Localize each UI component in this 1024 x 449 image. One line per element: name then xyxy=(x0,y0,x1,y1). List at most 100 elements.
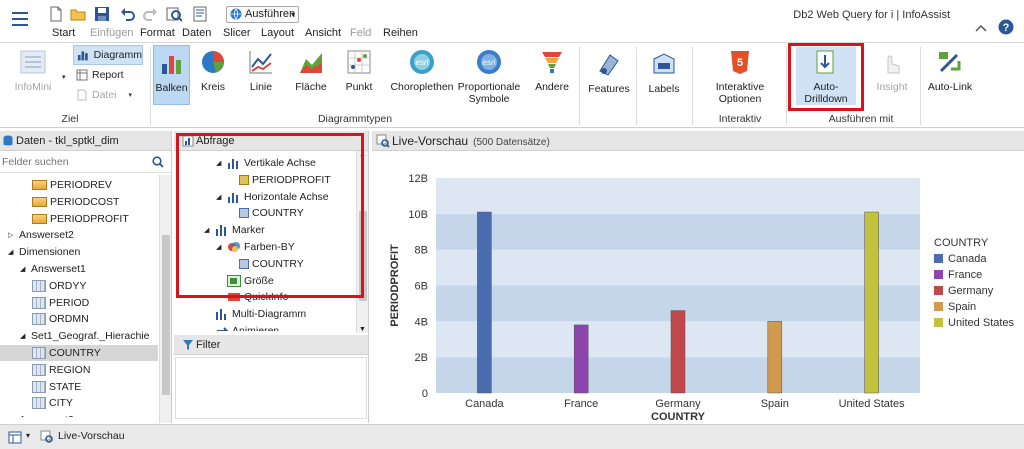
tree-item[interactable]: ORDMN xyxy=(0,311,158,327)
chart-type-balken-button[interactable]: Balken xyxy=(153,45,190,105)
infomini-button[interactable]: InfoMini xyxy=(10,49,56,93)
tree-item[interactable]: PERIODREV xyxy=(0,177,158,193)
tab-daten[interactable]: Daten xyxy=(182,27,211,39)
legend-item: Germany xyxy=(948,285,994,297)
labels-icon xyxy=(653,53,675,74)
group-label-diagrammtypen: Diagrammtypen xyxy=(317,113,393,125)
auto-link-button[interactable]: Auto-Link xyxy=(927,49,973,93)
chart-type-choroplethen-button[interactable]: esri Choroplethen xyxy=(390,49,454,93)
tree-item[interactable]: REGION xyxy=(0,362,158,378)
tab-slicer[interactable]: Slicer xyxy=(223,27,251,39)
filter-area[interactable] xyxy=(175,357,367,419)
chart-type-punkt-button[interactable]: Punkt xyxy=(340,49,378,93)
dimension-field-icon xyxy=(32,279,46,292)
tree-item[interactable]: ▷Answerset2 xyxy=(0,412,158,417)
svg-text:esri: esri xyxy=(416,58,429,67)
measure-field-icon xyxy=(32,180,47,190)
report-label: Report xyxy=(92,69,124,81)
expanded-icon[interactable]: ◢ xyxy=(20,332,28,340)
tab-einfuegen[interactable]: Einfügen xyxy=(90,27,133,39)
tab-start[interactable]: Start xyxy=(52,27,75,39)
chart-type-linie-button[interactable]: Linie xyxy=(242,49,280,93)
tab-format[interactable]: Format xyxy=(140,27,175,39)
tab-layout[interactable]: Layout xyxy=(261,27,294,39)
hamburger-menu-icon[interactable] xyxy=(12,12,28,26)
labels-button[interactable]: Labels xyxy=(643,51,685,95)
open-folder-icon[interactable] xyxy=(70,6,86,22)
preview-search-icon[interactable] xyxy=(166,6,182,22)
data-panel-title: Daten - tkl_sptkl_dim xyxy=(16,135,119,147)
help-icon[interactable]: ? xyxy=(998,19,1014,35)
new-document-icon[interactable] xyxy=(48,6,64,22)
layout-icon[interactable] xyxy=(8,431,22,444)
tree-item[interactable]: CITY xyxy=(0,395,158,411)
tree-item[interactable]: PERIOD xyxy=(0,295,158,311)
field-tree-scroll-thumb[interactable] xyxy=(162,235,170,395)
chart-type-andere-button[interactable]: Andere xyxy=(532,49,572,93)
report-button[interactable]: Report xyxy=(76,69,124,81)
collapsed-icon[interactable]: ▷ xyxy=(8,416,16,417)
status-bar: ▾ Live-Vorschau xyxy=(0,424,1024,449)
collapse-ribbon-icon[interactable] xyxy=(975,23,987,33)
scroll-down-icon[interactable]: ▼ xyxy=(359,326,366,333)
save-icon[interactable] xyxy=(94,6,110,22)
tree-item[interactable]: ◢ Answerset1 xyxy=(0,261,158,277)
tree-item[interactable]: COUNTRY xyxy=(0,345,158,361)
status-live-preview[interactable]: Live-Vorschau xyxy=(58,430,125,442)
tree-item[interactable]: ◢ Set1_Geograf._Hierachie xyxy=(0,328,158,344)
x-tick-label: France xyxy=(564,398,598,410)
field-search-input[interactable] xyxy=(2,154,150,170)
field-search[interactable] xyxy=(0,151,171,173)
chart-band xyxy=(436,249,920,286)
tree-item[interactable]: ▷Answerset2 xyxy=(0,227,158,243)
ribbon-separator xyxy=(920,47,921,125)
interaktive-optionen-button[interactable]: 5 Interaktive Optionen xyxy=(700,49,780,105)
tab-feld[interactable]: Feld xyxy=(350,27,371,39)
redo-icon[interactable] xyxy=(142,6,158,22)
tree-item-label: STATE xyxy=(49,380,82,393)
bar-chart-icon xyxy=(161,56,181,74)
x-tick-label: Germany xyxy=(655,398,701,410)
x-axis-title: COUNTRY xyxy=(651,411,706,423)
chart-type-flaeche-button[interactable]: Fläche xyxy=(292,49,330,93)
datei-button[interactable]: Datei ▾ xyxy=(76,89,132,101)
chart-band xyxy=(436,213,920,250)
tree-item[interactable]: STATE xyxy=(0,379,158,395)
undo-icon[interactable] xyxy=(120,6,136,22)
tree-item[interactable]: PERIODPROFIT xyxy=(0,211,158,227)
tab-reihen[interactable]: Reihen xyxy=(383,27,418,39)
dimension-field-icon xyxy=(32,296,46,309)
group-label-ausfuehren-mit: Ausführen mit xyxy=(828,113,894,125)
diagramm-button[interactable]: Diagramm xyxy=(73,45,143,65)
tree-item[interactable]: ORDYY xyxy=(0,278,158,294)
tree-item-label: PERIODCOST xyxy=(50,195,120,208)
query-item[interactable]: Animieren xyxy=(204,323,279,331)
tab-ansicht[interactable]: Ansicht xyxy=(305,27,341,39)
balken-label: Balken xyxy=(155,82,188,94)
tree-item-label: Answerset2 xyxy=(19,229,74,242)
insight-button[interactable]: Insight xyxy=(870,49,914,93)
linie-label: Linie xyxy=(249,81,273,93)
collapsed-icon[interactable]: ▷ xyxy=(8,231,16,239)
features-button[interactable]: Features xyxy=(586,51,632,95)
field-tree-scrollbar[interactable] xyxy=(159,175,171,423)
layout-chevron-icon[interactable]: ▾ xyxy=(26,431,30,440)
expanded-icon[interactable]: ◢ xyxy=(8,248,16,256)
tree-item[interactable]: ◢ Dimensionen xyxy=(0,244,158,260)
tree-item[interactable]: PERIODCOST xyxy=(0,194,158,210)
tree-item-label: REGION xyxy=(49,363,91,376)
search-icon[interactable] xyxy=(152,156,164,168)
labels-label: Labels xyxy=(648,83,680,95)
datei-chevron-icon: ▾ xyxy=(128,92,133,99)
infomini-chevron-icon[interactable]: ▾ xyxy=(62,73,66,81)
funnel-chart-icon xyxy=(542,52,562,73)
chart-type-kreis-button[interactable]: Kreis xyxy=(194,49,232,93)
query-item[interactable]: Multi-Diagramm xyxy=(204,306,306,322)
app-title: Db2 Web Query for i | InfoAssist xyxy=(793,9,950,21)
run-dropdown[interactable]: Ausführen ▾ xyxy=(226,6,299,23)
legend-swatch xyxy=(934,318,943,327)
chart-type-proportionale-symbole-button[interactable]: esri Proportionale Symbole xyxy=(456,49,522,105)
properties-icon[interactable] xyxy=(192,6,208,22)
y-tick-label: 6B xyxy=(415,281,428,293)
expanded-icon[interactable]: ◢ xyxy=(20,265,28,273)
